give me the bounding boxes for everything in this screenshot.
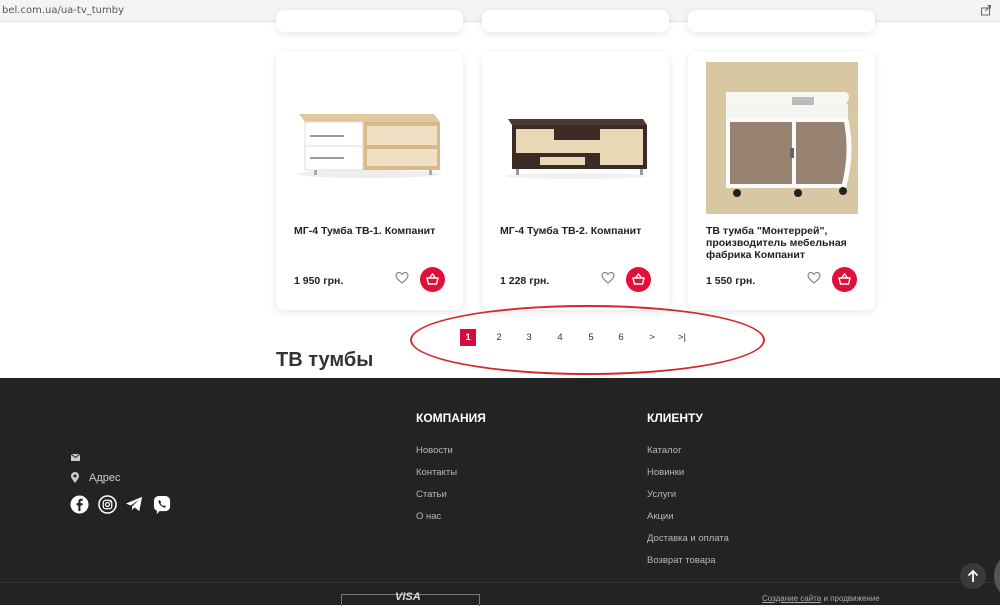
visa-logo: VISA [395, 591, 421, 603]
credits-link[interactable]: Создание сайта [762, 594, 821, 603]
footer-link-returns[interactable]: Возврат товара [647, 555, 716, 566]
page-2[interactable]: 2 [491, 329, 507, 346]
add-to-cart-button[interactable] [420, 267, 445, 292]
basket-icon [838, 272, 851, 285]
footer-link-services[interactable]: Услуги [647, 489, 676, 500]
footer-divider [0, 582, 1000, 583]
product-card[interactable]: МГ-4 Тумба ТВ-1. Компанит 1 950 грн. [276, 52, 463, 310]
viber-icon[interactable] [153, 495, 172, 514]
product-image[interactable] [706, 62, 858, 214]
heart-icon[interactable] [807, 271, 821, 285]
telegram-icon[interactable] [125, 495, 144, 514]
side-widget-button[interactable] [994, 556, 1000, 596]
credits: Создание сайта и продвижение [762, 594, 880, 603]
add-to-cart-button[interactable] [626, 267, 651, 292]
scroll-to-top-button[interactable] [960, 563, 986, 589]
add-to-cart-button[interactable] [832, 267, 857, 292]
product-card-previous[interactable] [482, 10, 669, 32]
location-pin-icon [71, 472, 79, 483]
product-title[interactable]: МГ-4 Тумба ТВ-1. Компанит [294, 225, 446, 237]
product-card-previous[interactable] [688, 10, 875, 32]
footer-link-contacts[interactable]: Контакты [416, 467, 457, 478]
arrow-up-icon [967, 569, 979, 582]
product-image[interactable] [294, 62, 446, 214]
page-6[interactable]: 6 [613, 329, 629, 346]
footer-link-articles[interactable]: Статьи [416, 489, 447, 500]
page-next[interactable]: > [644, 329, 660, 346]
footer-link-promotions[interactable]: Акции [647, 511, 674, 522]
url-text[interactable]: bel.com.ua/ua-tv_tumby [2, 5, 124, 16]
section-title: ТВ тумбы [276, 349, 374, 371]
product-price: 1 228 грн. [500, 275, 550, 287]
company-heading: КОМПАНИЯ [416, 411, 486, 425]
footer-link-new[interactable]: Новинки [647, 467, 684, 478]
product-card[interactable]: МГ-4 Тумба ТВ-2. Компанит 1 228 грн. [482, 52, 669, 310]
basket-icon [632, 272, 645, 285]
facebook-icon[interactable] [70, 495, 89, 514]
page-last[interactable]: >| [674, 329, 690, 346]
product-image[interactable] [500, 62, 652, 214]
page-1[interactable]: 1 [460, 329, 476, 346]
heart-icon[interactable] [601, 271, 615, 285]
product-price: 1 950 грн. [294, 275, 344, 287]
product-title[interactable]: МГ-4 Тумба ТВ-2. Компанит [500, 225, 652, 237]
page-3[interactable]: 3 [521, 329, 537, 346]
product-title[interactable]: ТВ тумба "Монтеррей", производитель мебе… [706, 225, 858, 261]
footer-link-catalog[interactable]: Каталог [647, 445, 682, 456]
footer-link-about[interactable]: О нас [416, 511, 441, 522]
mail-icon [71, 454, 80, 461]
product-price: 1 550 грн. [706, 275, 756, 287]
product-card[interactable]: ТВ тумба "Монтеррей", производитель мебе… [688, 52, 875, 310]
footer-link-news[interactable]: Новости [416, 445, 453, 456]
credits-text: и продвижение [821, 594, 880, 603]
heart-icon[interactable] [395, 271, 409, 285]
address-text: Адрес [89, 472, 121, 484]
client-heading: КЛИЕНТУ [647, 411, 703, 425]
footer-link-delivery[interactable]: Доставка и оплата [647, 533, 729, 544]
instagram-icon[interactable] [98, 495, 117, 514]
basket-icon [426, 272, 439, 285]
product-card-previous[interactable] [276, 10, 463, 32]
page-5[interactable]: 5 [583, 329, 599, 346]
page-4[interactable]: 4 [552, 329, 568, 346]
share-icon[interactable] [980, 4, 992, 16]
footer: Адрес КОМПАНИЯ Новости Контакты Статьи О… [0, 378, 1000, 606]
